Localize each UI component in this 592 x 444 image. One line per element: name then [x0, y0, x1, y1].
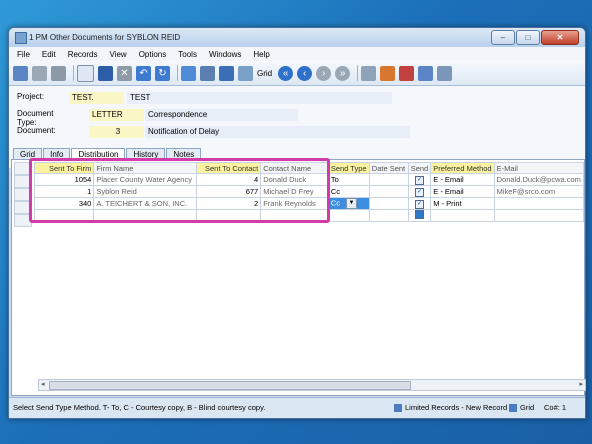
cell-preferred-method[interactable]: E - Email [430, 185, 495, 198]
undo-icon[interactable]: ↶ [136, 65, 151, 81]
grid-dropdown[interactable]: Grid [257, 69, 272, 78]
cell-date-sent[interactable] [368, 209, 409, 222]
project-code-field[interactable]: TEST. [69, 92, 124, 104]
send-type-value[interactable]: Cc [331, 198, 340, 207]
horizontal-scrollbar[interactable]: ◂ ▸ [38, 379, 586, 391]
tools-icon[interactable] [437, 65, 453, 81]
col-date-sent[interactable]: Date Sent [368, 162, 409, 174]
delete-icon[interactable]: ✕ [117, 65, 132, 81]
menu-bar: File Edit Records View Options Tools Win… [9, 47, 585, 61]
grid-label: Grid [520, 403, 535, 412]
cell-send-type[interactable] [327, 209, 370, 222]
link-icon[interactable] [32, 65, 47, 81]
separator [177, 65, 178, 81]
col-send[interactable]: Send [407, 162, 432, 174]
attachment-icon[interactable] [200, 65, 215, 81]
first-record-icon[interactable]: « [278, 65, 294, 81]
toolbar: ✕ ↶ ↻ Grid « ‹ › » [9, 61, 585, 86]
edit-icon[interactable] [13, 65, 28, 81]
checklist-icon[interactable] [399, 65, 415, 81]
send-checkbox[interactable]: ✓ [414, 176, 424, 185]
menu-edit[interactable]: Edit [42, 50, 56, 59]
save-icon[interactable] [98, 65, 113, 81]
cell-send[interactable]: ✓ [407, 197, 432, 210]
previous-record-icon[interactable]: ‹ [297, 65, 313, 81]
grid-icon [509, 404, 517, 413]
minimize-button[interactable]: – [491, 30, 515, 45]
cell-email: Donald.Duck@pcwa.com [493, 173, 585, 186]
application-window: 1 PM Other Documents for SYBLON REID – □… [8, 27, 586, 419]
col-preferred-method[interactable]: Preferred Method [430, 162, 495, 174]
last-record-icon[interactable]: » [335, 65, 351, 81]
document-type-label: Document Type: [17, 109, 54, 127]
menu-options[interactable]: Options [139, 50, 167, 59]
cell-preferred-method[interactable]: E - Email [430, 173, 495, 186]
status-bar: Select Send Type Method. T- To, C - Cour… [9, 397, 585, 418]
cell-date-sent[interactable] [368, 173, 409, 186]
chevron-down-icon[interactable]: ▼ [346, 198, 357, 209]
limited-records-label: Limited Records - New Record [405, 403, 508, 412]
menu-file[interactable]: File [17, 50, 30, 59]
cell-email [493, 209, 585, 222]
cell-send-type[interactable]: Cc [327, 185, 370, 198]
highlight-annotation-box [29, 158, 330, 223]
cell-send-type[interactable]: To [327, 173, 370, 186]
send-checkbox[interactable] [414, 210, 424, 219]
cell-preferred-method[interactable] [430, 209, 495, 222]
scroll-right-icon[interactable]: ▸ [579, 380, 583, 388]
cell-send[interactable]: ✓ [407, 185, 432, 198]
records-icon [394, 404, 402, 413]
cell-email [493, 197, 585, 210]
people-icon[interactable] [380, 65, 396, 81]
calculator-icon[interactable] [181, 65, 196, 81]
new-document-icon[interactable] [77, 64, 94, 82]
scroll-left-icon[interactable]: ◂ [41, 380, 45, 388]
cell-preferred-method[interactable]: M - Print [430, 197, 495, 210]
separator [357, 65, 359, 81]
status-message: Select Send Type Method. T- To, C - Cour… [13, 403, 266, 412]
menu-help[interactable]: Help [253, 50, 269, 59]
pen-icon[interactable] [418, 65, 434, 81]
next-record-icon[interactable]: › [316, 65, 332, 81]
document-type-code-field[interactable]: LETTER [89, 109, 144, 121]
print-icon[interactable] [219, 65, 234, 81]
maximize-button[interactable]: □ [516, 30, 540, 45]
app-icon [15, 32, 27, 44]
key-icon[interactable] [361, 65, 377, 81]
close-button[interactable]: ✕ [541, 30, 579, 45]
caption-buttons: – □ ✕ [490, 30, 579, 45]
cell-date-sent[interactable] [368, 197, 409, 210]
cell-send[interactable]: ✓ [407, 173, 432, 186]
col-email[interactable]: E-Mail [493, 162, 585, 174]
send-checkbox[interactable]: ✓ [414, 188, 424, 197]
cell-send[interactable] [407, 209, 432, 222]
project-name-field: TEST [127, 92, 392, 104]
send-checkbox[interactable]: ✓ [414, 200, 424, 209]
document-number-field[interactable]: 3 [89, 126, 144, 138]
grid-indicator[interactable]: Grid [509, 403, 535, 413]
menu-records[interactable]: Records [68, 50, 98, 59]
col-send-type[interactable]: Send Type [327, 162, 370, 174]
database-icon[interactable] [51, 65, 66, 81]
cell-date-sent[interactable] [368, 185, 409, 198]
document-label: Document: [17, 126, 56, 135]
document-type-name-field: Correspondence [145, 109, 298, 121]
company-indicator: Co#: 1 [544, 403, 567, 412]
title-bar: 1 PM Other Documents for SYBLON REID – □… [9, 28, 585, 47]
menu-tools[interactable]: Tools [178, 50, 197, 59]
spellcheck-icon[interactable] [238, 65, 253, 81]
cell-email: MikeF@srco.com [493, 185, 585, 198]
refresh-icon[interactable]: ↻ [155, 65, 170, 81]
menu-view[interactable]: View [109, 50, 126, 59]
document-name-field: Notification of Delay [145, 126, 410, 138]
project-label: Project: [17, 92, 45, 101]
limited-records-indicator[interactable]: Limited Records - New Record [394, 403, 508, 413]
menu-windows[interactable]: Windows [209, 50, 241, 59]
window-title: 1 PM Other Documents for SYBLON REID [29, 33, 181, 42]
separator [73, 65, 74, 81]
scrollbar-thumb[interactable] [49, 381, 411, 390]
cell-send-type-active[interactable]: Cc ▼ [327, 197, 370, 210]
